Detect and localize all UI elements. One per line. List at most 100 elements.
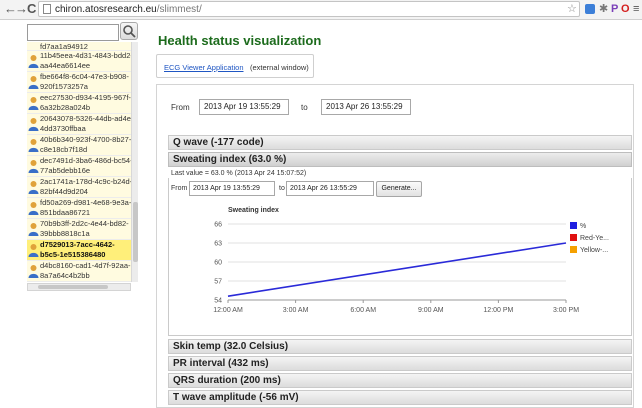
browser-toolbar: ← → C chiron.atosresearch.eu/slimmest/ ☆…: [0, 0, 642, 20]
bookmark-star-icon[interactable]: ☆: [567, 2, 577, 16]
scrollbar-thumb[interactable]: [38, 285, 108, 289]
patient-list-item[interactable]: dec7491d-3ba6-486d-bc54- 77ab5debb16e: [27, 156, 131, 177]
patient-id-line2: c8e18cb7f18d: [40, 144, 88, 154]
extension-monitor-icon[interactable]: [585, 4, 595, 14]
ecg-viewer-link[interactable]: ECG Viewer Application: [164, 63, 244, 72]
person-icon: [28, 76, 39, 89]
x-tick-label: 9:00 AM: [418, 307, 444, 314]
section-sweating-index[interactable]: Sweating index (63.0 %): [168, 152, 632, 167]
patient-id-line2: aa44ea6614ee: [40, 60, 91, 70]
patient-id-line1: 11b45eea-4d31-4843-bdd2-: [40, 51, 131, 60]
menu-icon[interactable]: ≡: [633, 2, 639, 16]
generate-button[interactable]: Generate...: [376, 181, 422, 197]
address-bar[interactable]: chiron.atosresearch.eu/slimmest/ ☆: [38, 1, 580, 17]
extension-puzzle-icon[interactable]: ✱: [599, 2, 608, 16]
patient-list-item[interactable]: 2ac1741a-178d-4c9c-b24d- 82bf44d9d204: [27, 177, 131, 198]
sweating-from-label: From: [171, 185, 188, 192]
patient-list-item[interactable]: d7529013-7acc-4642- b5c5-1e515386480: [27, 240, 131, 261]
person-icon: [28, 181, 39, 194]
y-tick-label: 57: [214, 279, 222, 286]
person-icon: [28, 97, 39, 110]
extension-p-icon[interactable]: P: [611, 2, 618, 16]
section-skin-temp[interactable]: Skin temp (32.0 Celsius): [168, 339, 632, 354]
patient-id-line2: 6a32b28a024b: [40, 102, 91, 112]
chart-title: Sweating index: [228, 207, 279, 214]
patient-id-line2: 851bdaa86721: [40, 207, 91, 217]
section-t-wave-amplitude[interactable]: T wave amplitude (-56 mV): [168, 390, 632, 405]
patient-id-line2: 39bbb8818c1a: [40, 228, 90, 238]
x-tick-label: 12:00 PM: [483, 307, 513, 314]
person-icon: [28, 202, 39, 215]
x-tick-label: 3:00 AM: [283, 307, 309, 314]
sweating-to-label: to: [279, 185, 285, 192]
patient-id-line1: eec27530-d934-4195-967f-: [40, 93, 131, 102]
y-tick-label: 66: [214, 222, 222, 229]
page-title: Health status visualization: [158, 33, 322, 48]
search-icon: [123, 25, 136, 38]
patient-id-line2: 77ab5debb16e: [40, 165, 91, 175]
page-icon: [43, 4, 51, 14]
patient-list-item[interactable]: d4bc8160-cad1-4d7f-92aa- 8a7a64c4b2bb: [27, 261, 131, 282]
from-label: From: [171, 103, 190, 112]
to-date-input[interactable]: 2013 Apr 26 13:55:29: [321, 99, 411, 115]
person-icon: [28, 265, 39, 278]
sweating-from-input[interactable]: 2013 Apr 19 13:55:29: [189, 181, 275, 196]
sweating-index-chart: Sweating index 54 57 60 63 66 12:00 AM 3:00 AM 6…: [213, 207, 609, 314]
patient-list-item[interactable]: 40b6b340-923f-4700-8b27- c8e18cb7f18d: [27, 135, 131, 156]
last-value-text: Last value = 63.0 % (2013 Apr 24 15:07:5…: [171, 170, 307, 177]
patient-list-horizontal-scrollbar[interactable]: [27, 283, 131, 291]
patient-id-line1: 2ac1741a-178d-4c9c-b24d-: [40, 177, 131, 186]
section-pr-interval[interactable]: PR interval (432 ms): [168, 356, 632, 371]
person-icon: [28, 244, 39, 257]
patient-list-item[interactable]: 20643078-5326-44db-ad4e- 4dd3730ffbaa: [27, 114, 131, 135]
ecg-viewer-note: (external window): [250, 63, 309, 72]
person-icon: [28, 160, 39, 173]
series-line: [227, 242, 567, 297]
patient-id-line2: b5c5-1e515386480: [40, 249, 106, 259]
person-icon: [28, 55, 39, 68]
legend-label: Yellow-...: [580, 247, 608, 254]
patient-list-item[interactable]: fd7aa1a94912: [27, 42, 131, 51]
patient-id-line1: 20643078-5326-44db-ad4e-: [40, 114, 131, 123]
patient-id-line1: 70b9b3ff-2d2c-4e44-bd82-: [40, 219, 129, 228]
patient-list-item[interactable]: fbe664f8-6c04-47e3-b908- 920f1573257a: [27, 72, 131, 93]
section-qrs-duration[interactable]: QRS duration (200 ms): [168, 373, 632, 388]
legend-label: Red-Ye...: [580, 235, 609, 242]
sweating-to-input[interactable]: 2013 Apr 26 13:55:29: [286, 181, 374, 196]
patient-list-vertical-scrollbar[interactable]: [131, 42, 138, 282]
patient-id-line1: d7529013-7acc-4642-: [40, 240, 115, 249]
legend-label: %: [580, 223, 586, 230]
to-label: to: [301, 103, 308, 112]
patient-list-item[interactable]: eec27530-d934-4195-967f- 6a32b28a024b: [27, 93, 131, 114]
person-icon: [28, 223, 39, 236]
x-tick-label: 6:00 AM: [350, 307, 376, 314]
patient-id-line1: d4bc8160-cad1-4d7f-92aa-: [40, 261, 131, 270]
patient-list-item[interactable]: fd50a269-d981-4e68-9e3a- 851bdaa86721: [27, 198, 131, 219]
patient-id-line1: fd50a269-d981-4e68-9e3a-: [40, 198, 131, 207]
patient-list-item[interactable]: 11b45eea-4d31-4843-bdd2- aa44ea6614ee: [27, 51, 131, 72]
patient-search-input[interactable]: [27, 24, 119, 41]
patient-id-line2: 8a7a64c4b2bb: [40, 270, 90, 280]
x-tick-label: 3:00 PM: [553, 307, 579, 314]
extension-opera-icon[interactable]: O: [621, 2, 630, 16]
ecg-viewer-box: ECG Viewer Application (external window): [156, 54, 314, 78]
patient-id-line2: 82bf44d9d204: [40, 186, 88, 196]
legend-swatch: [570, 246, 577, 253]
search-button[interactable]: [120, 22, 138, 40]
person-icon: [28, 139, 39, 152]
patient-id-line2: 920f1573257a: [40, 81, 88, 91]
person-icon: [28, 118, 39, 131]
scrollbar-thumb[interactable]: [133, 202, 138, 262]
patient-id-line1: dec7491d-3ba6-486d-bc54-: [40, 156, 131, 165]
x-tick-label: 12:00 AM: [213, 307, 243, 314]
reload-icon[interactable]: C: [27, 1, 36, 17]
section-q-wave[interactable]: Q wave (-177 code): [168, 135, 632, 150]
patient-list: fd7aa1a94912 11b45eea-4d31-4843-bdd2- aa44…: [27, 42, 131, 282]
patient-list-item[interactable]: 70b9b3ff-2d2c-4e44-bd82- 39bbb8818c1a: [27, 219, 131, 240]
legend-swatch: [570, 234, 577, 241]
patient-id-line1: 40b6b340-923f-4700-8b27-: [40, 135, 131, 144]
y-tick-label: 60: [214, 260, 222, 267]
from-date-input[interactable]: 2013 Apr 19 13:55:29: [199, 99, 289, 115]
legend-swatch: [570, 222, 577, 229]
patient-id-line1: fbe664f8-6c04-47e3-b908-: [40, 72, 129, 81]
